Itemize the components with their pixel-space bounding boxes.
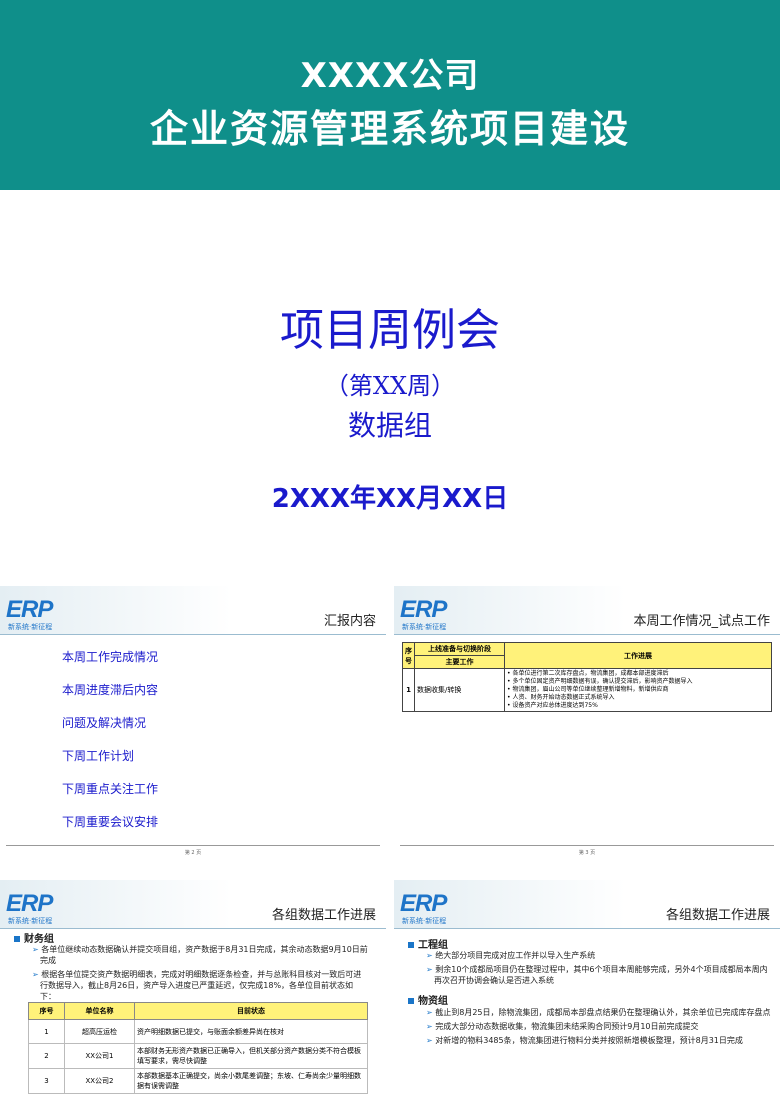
footer-divider: [400, 845, 774, 846]
project-name: 企业资源管理系统项目建设: [149, 107, 630, 151]
progress-item: • 设备资产对应总体进度达到75%: [507, 702, 598, 709]
cover-week: （第XX周）: [324, 372, 456, 400]
erp-logo: ERP 新系统·新征程: [6, 596, 53, 631]
unit-status-table: 序号 单位名称 目前状态 1 超高压运检 资产明细数据已提交，与账面余额差异尚在…: [28, 1002, 368, 1094]
progress-item: • 物流集团，眉山公司等单位继续整理新增物料，新增供应商: [507, 686, 669, 693]
agenda-list: 本周工作完成情况 本周进度滞后内容 问题及解决情况 下周工作计划 下周重点关注工…: [62, 648, 158, 846]
bullet-item: ➢ 截止到8月25日，除物流集团，成都局本部盘点结果仍在整理确认外，其余单位已完…: [426, 1008, 771, 1017]
header-divider: [0, 634, 386, 635]
slide-title: 各组数据工作进展: [271, 908, 376, 923]
engineering-bullets: ➢ 绝大部分项目完成对应工作并以导入生产系统 ➢ 剩余10个成都局项目仍在整理过…: [422, 950, 772, 989]
bullet-square-icon: [408, 942, 414, 948]
cover-group: 数据组: [347, 409, 432, 442]
table-row: 3 XX公司2 本部数据基本正确提交，尚余小数尾差调整；东坡、仁寿尚余少量明细数…: [28, 1068, 368, 1094]
page-number: 第 3 页: [578, 850, 596, 856]
progress-item: • 多个单位固定资产明细数据有误，确认提交滞后，影响资产数据导入: [507, 678, 693, 685]
cover-banner: XXXX公司 企业资源管理系统项目建设: [0, 0, 780, 190]
section-heading: 物资组: [408, 992, 448, 1007]
section-heading: 财务组: [14, 930, 54, 945]
footer-divider: [6, 845, 380, 846]
main-work-header: 主要工作: [414, 655, 505, 669]
table-header-status: 目前状态: [134, 1002, 368, 1020]
agenda-item: 下周重要会议安排: [62, 815, 159, 829]
slide-title: 汇报内容: [323, 614, 376, 629]
bullet-item: ➢ 对新增的物料3485条，物流集团进行物料分类并按照新增模板整理，预计8月31…: [426, 1036, 743, 1045]
row-seq: 1: [402, 668, 415, 712]
materials-bullets: ➢ 截止到8月25日，除物流集团，成都局本部盘点结果仍在整理确认外，其余单位已完…: [422, 1007, 772, 1049]
erp-logo: ERP 新系统·新征程: [6, 890, 53, 925]
agenda-item: 问题及解决情况: [62, 716, 147, 730]
table-row: 2 XX公司1 本部财务无形资产数据已正确导入，但机关部分资产数据分类不符合模板…: [28, 1043, 368, 1069]
bullet-item: ➢ 完成大部分动态数据收集，物流集团未结采购合同预计9月10日前完成提交: [426, 1022, 699, 1031]
bullet-item: ➢ 绝大部分项目完成对应工作并以导入生产系统: [426, 951, 596, 960]
progress-header: 工作进展: [504, 642, 772, 669]
agenda-item: 下周工作计划: [62, 749, 135, 763]
agenda-item: 本周进度滞后内容: [62, 683, 159, 697]
company-name: XXXX公司: [300, 56, 480, 96]
cover-title: 项目周例会: [280, 305, 500, 356]
seq-header: 序号: [402, 642, 415, 669]
table-header-seq: 序号: [28, 1002, 65, 1020]
bullet-item: ➢ 根据各单位提交资产数据明细表，完成对明细数据逐条检查，并与总账科目核对一致后…: [32, 970, 362, 1001]
finance-bullets: ➢ 各单位继续动态数据确认并提交项目组，资产数据于8月31日完成，其余动态数据9…: [28, 944, 368, 1005]
page-number: 第 2 页: [184, 850, 202, 856]
slide-title: 本周工作情况_试点工作: [633, 614, 770, 629]
header-divider: [394, 928, 780, 929]
erp-logo: ERP 新系统·新征程: [400, 890, 447, 925]
table-header-unit: 单位名称: [64, 1002, 135, 1020]
agenda-item: 下周重点关注工作: [62, 782, 159, 796]
bullet-item: ➢ 各单位继续动态数据确认并提交项目组，资产数据于8月31日完成，其余动态数据9…: [32, 945, 368, 965]
erp-logo: ERP 新系统·新征程: [400, 596, 447, 631]
header-divider: [0, 928, 386, 929]
bullet-square-icon: [14, 936, 20, 942]
bullet-square-icon: [408, 998, 414, 1004]
bullet-item: ➢ 剩余10个成都局项目仍在整理过程中，其中6个项目本周能够完成，另外4个项目成…: [426, 965, 768, 985]
agenda-item: 本周工作完成情况: [62, 650, 159, 664]
table-row: 1 超高压运检 资产明细数据已提交，与账面余额差异尚在核对: [28, 1019, 368, 1044]
progress-item: • 各单位进行第二次库存盘点，物流集团，成都本部进度滞后: [507, 670, 669, 677]
row-work: 数据收集/转换: [414, 668, 505, 712]
slide-thumbnail-3[interactable]: ERP 新系统·新征程 本周工作情况_试点工作 序号 上线准备与切换阶段 工作进…: [394, 586, 780, 866]
cover-date: 2XXX年XX月XX日: [271, 484, 509, 514]
stage-header: 上线准备与切换阶段: [414, 642, 505, 656]
row-progress: • 各单位进行第二次库存盘点，物流集团，成都本部进度滞后 • 多个单位固定资产明…: [504, 668, 772, 712]
slide-title: 各组数据工作进展: [665, 908, 770, 923]
header-divider: [394, 634, 780, 635]
slide-thumbnail-2[interactable]: ERP 新系统·新征程 汇报内容 本周工作完成情况 本周进度滞后内容 问题及解决…: [0, 586, 386, 866]
slide-thumbnail-5[interactable]: ERP 新系统·新征程 各组数据工作进展 工程组 ➢ 绝大部分项目完成对应工作并…: [394, 880, 780, 1102]
progress-item: • 人资、财务开始动态数据正式系统导入: [507, 694, 615, 701]
work-progress-table: 序号 上线准备与切换阶段 工作进展 主要工作 1 数据收集/转换 • 各单位进行…: [402, 642, 772, 712]
section-heading: 工程组: [408, 936, 448, 951]
